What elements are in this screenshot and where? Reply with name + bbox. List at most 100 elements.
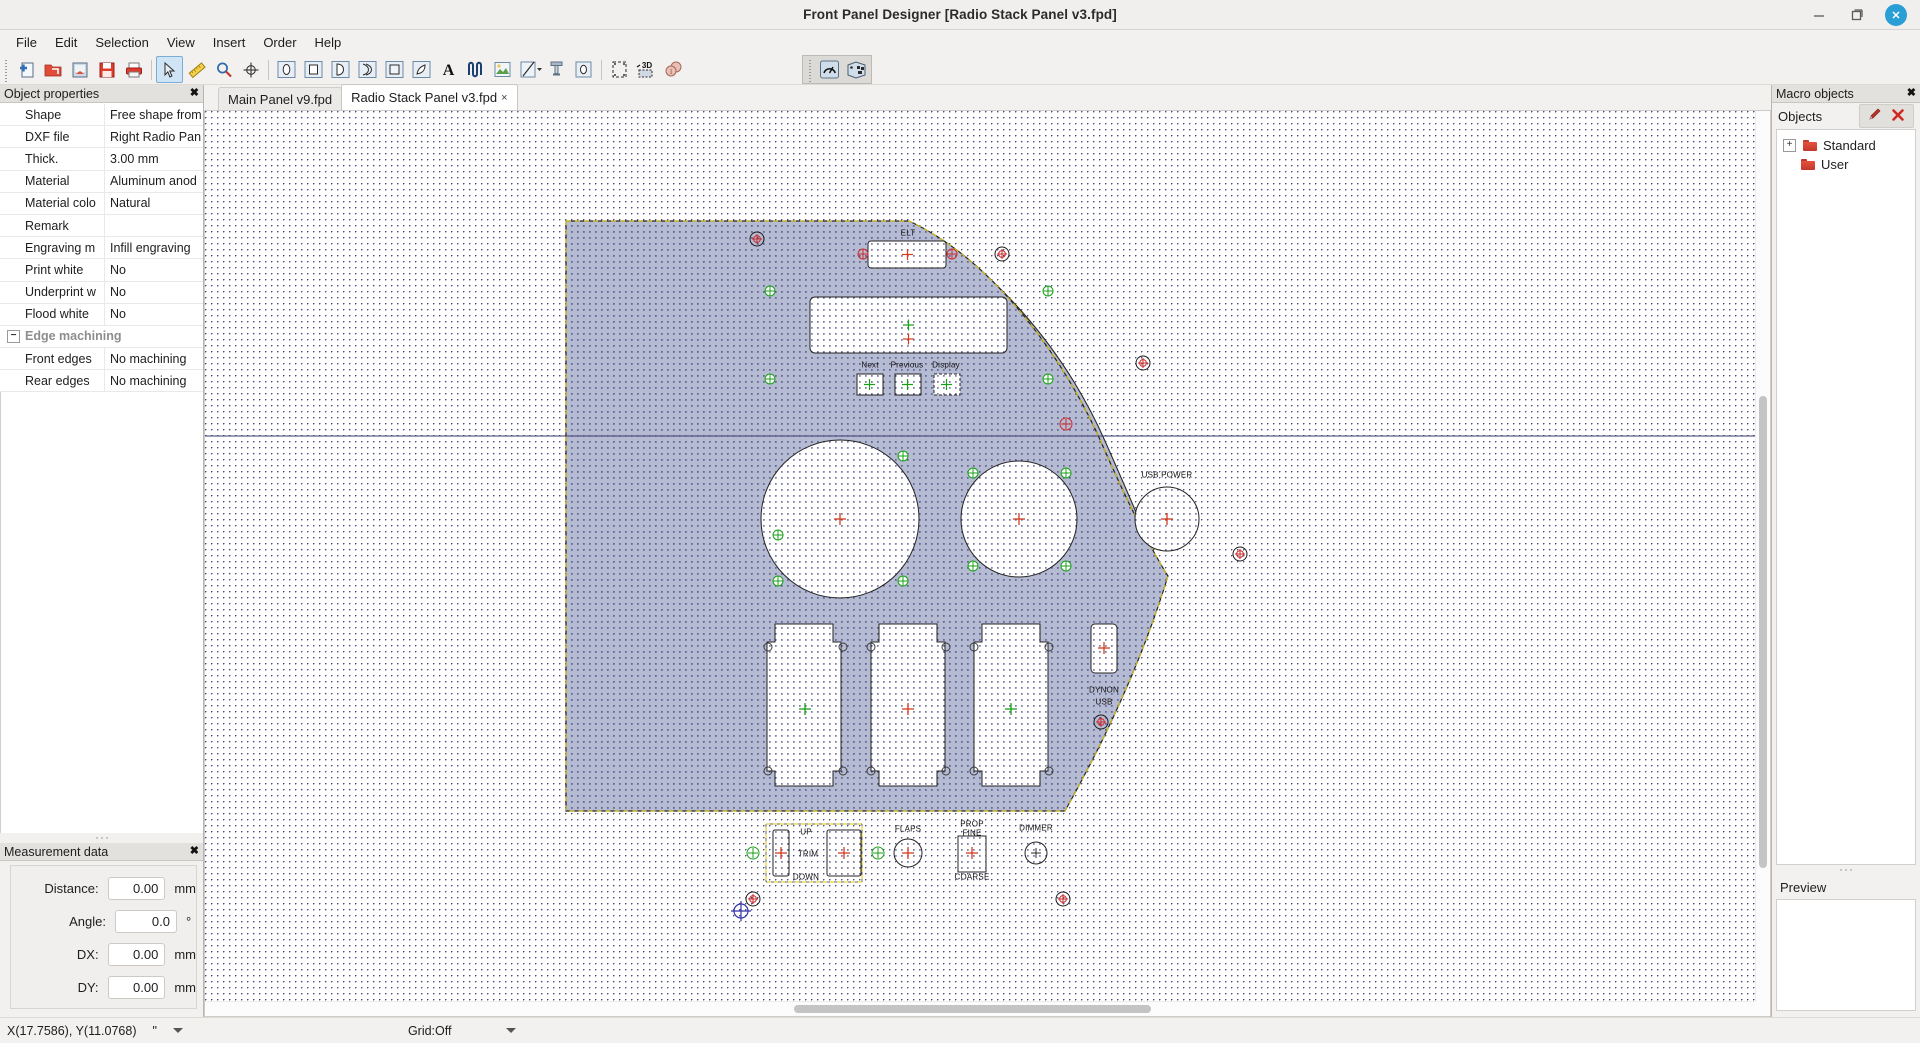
panel-geometry[interactable] (205, 111, 1756, 1002)
view-toolbar-grip[interactable] (807, 57, 814, 82)
table-row[interactable]: Flood white No (0, 303, 203, 326)
save-icon[interactable] (93, 56, 120, 83)
macro-objects-header: Macro objects ✖ (1772, 85, 1920, 103)
table-row[interactable]: Engraving m Infill engraving (0, 237, 203, 260)
zoom-icon[interactable] (210, 56, 237, 83)
table-row[interactable]: Material Aluminum anod (0, 170, 203, 193)
fine-label[interactable]: FINE (962, 829, 981, 838)
radio-cutout-2[interactable] (870, 623, 946, 787)
polyline-icon[interactable] (462, 56, 489, 83)
gauge-icon[interactable] (816, 56, 843, 83)
import-icon[interactable] (66, 56, 93, 83)
crosshair-icon[interactable] (237, 56, 264, 83)
dynon-label[interactable]: DYNON (1089, 686, 1119, 695)
tab-radio-stack-panel[interactable]: Radio Stack Panel v3.fpd × (341, 84, 518, 110)
tree-node-standard[interactable]: + Standard (1777, 136, 1915, 155)
vertical-scroll-thumb[interactable] (1759, 396, 1767, 869)
new-icon[interactable] (12, 56, 39, 83)
menu-edit[interactable]: Edit (46, 32, 86, 53)
unit-dropdown-caret[interactable] (172, 1028, 183, 1033)
collapse-icon[interactable]: − (7, 329, 20, 343)
countersink-icon[interactable] (570, 56, 597, 83)
dx-input[interactable]: 0.00 (107, 942, 166, 966)
table-row[interactable]: Front edges No machining (0, 348, 203, 371)
close-button[interactable] (1885, 3, 1907, 26)
delete-cross-icon[interactable] (1891, 108, 1905, 125)
table-row[interactable]: Shape Free shape from (0, 104, 203, 127)
line-icon[interactable] (516, 56, 543, 83)
tab-main-panel[interactable]: Main Panel v9.fpd (218, 87, 343, 110)
menu-insert[interactable]: Insert (204, 32, 255, 53)
flaps-label[interactable]: FLAPS (895, 825, 921, 834)
pocket-icon[interactable] (381, 56, 408, 83)
trim-label[interactable]: TRIM (798, 850, 818, 859)
hole-circle-icon[interactable] (273, 56, 300, 83)
table-row[interactable]: Rear edges No machining (0, 370, 203, 393)
edge-machining-group-row[interactable]: − Edge machining (0, 325, 203, 349)
drawing-canvas[interactable]: ELT Next Previous Display USB POWER DYNON USB U… (205, 111, 1756, 1002)
text-icon[interactable]: A (435, 56, 462, 83)
preview-splitter[interactable] (1772, 865, 1920, 875)
table-row[interactable]: Underprint w No (0, 281, 203, 304)
coarse-label[interactable]: COARSE (955, 873, 990, 882)
rectangle-cutout-icon[interactable] (300, 56, 327, 83)
tab-close-icon[interactable]: × (501, 92, 507, 104)
curve-cutout-icon[interactable] (354, 56, 381, 83)
usb-power-label[interactable]: USB POWER (1142, 471, 1193, 480)
print-icon[interactable] (120, 56, 147, 83)
tree-node-user[interactable]: User (1777, 155, 1915, 174)
display-label[interactable]: Display (932, 361, 960, 370)
open-icon[interactable] (39, 56, 66, 83)
minimize-button[interactable] (1809, 5, 1829, 25)
svg-text:1: 1 (669, 68, 673, 76)
macro-objects-close-icon[interactable]: ✖ (1907, 88, 1916, 99)
measurement-close-icon[interactable]: ✖ (190, 846, 199, 857)
menu-file[interactable]: File (7, 32, 46, 53)
macro-objects-tree[interactable]: + Standard User (1776, 129, 1916, 865)
menu-order[interactable]: Order (254, 32, 305, 53)
dimmer-label[interactable]: DIMMER (1019, 824, 1053, 833)
freeshape-icon[interactable] (408, 56, 435, 83)
previous-label[interactable]: Previous (891, 361, 924, 370)
down-label[interactable]: DOWN (793, 873, 819, 882)
usb-label[interactable]: USB (1095, 698, 1112, 707)
next-label[interactable]: Next (861, 361, 878, 370)
three-d-icon[interactable]: 3D (633, 56, 660, 83)
image-icon[interactable] (489, 56, 516, 83)
vertical-scrollbar[interactable] (1755, 111, 1770, 1002)
edit-pencil-icon[interactable] (1868, 107, 1883, 125)
dy-label: DY: (77, 979, 99, 995)
box-3d-icon[interactable] (843, 56, 870, 83)
menu-view[interactable]: View (158, 32, 204, 53)
horizontal-scroll-thumb[interactable] (794, 1005, 1152, 1013)
object-properties-close-icon[interactable]: ✖ (190, 88, 199, 99)
angle-input[interactable]: 0.0 (115, 909, 177, 933)
radio-cutout-3[interactable] (973, 623, 1049, 787)
table-row[interactable]: Remark (0, 214, 203, 238)
threaded-hole-icon[interactable] (543, 56, 570, 83)
up-label[interactable]: UP (800, 828, 812, 837)
prop-label[interactable]: PROP (960, 820, 983, 829)
d-cutout-icon[interactable] (327, 56, 354, 83)
expand-icon[interactable]: + (1783, 139, 1796, 152)
table-row[interactable]: Thick. 3.00 mm (0, 148, 203, 171)
table-row[interactable]: Material colo Natural (0, 192, 203, 215)
dynon-usb-cutout[interactable] (1090, 623, 1118, 674)
measurement-splitter[interactable] (0, 833, 203, 843)
dy-input[interactable]: 0.00 (107, 975, 166, 999)
radio-cutout-1[interactable] (766, 623, 842, 787)
select-arrow-icon[interactable] (156, 56, 183, 83)
panel-edge-icon[interactable] (606, 56, 633, 83)
price-icon[interactable]: 1 (660, 56, 687, 83)
elt-label[interactable]: ELT (901, 229, 916, 238)
measure-ruler-icon[interactable] (183, 56, 210, 83)
menu-selection[interactable]: Selection (86, 32, 157, 53)
distance-input[interactable]: 0.00 (107, 876, 166, 900)
grid-dropdown-caret[interactable] (506, 1028, 517, 1033)
horizontal-scrollbar[interactable] (205, 1001, 1756, 1016)
maximize-button[interactable] (1847, 5, 1867, 25)
toolbar-grip[interactable] (3, 57, 10, 82)
table-row[interactable]: Print white No (0, 259, 203, 282)
table-row[interactable]: DXF file Right Radio Pan (0, 126, 203, 149)
menu-help[interactable]: Help (306, 32, 351, 53)
